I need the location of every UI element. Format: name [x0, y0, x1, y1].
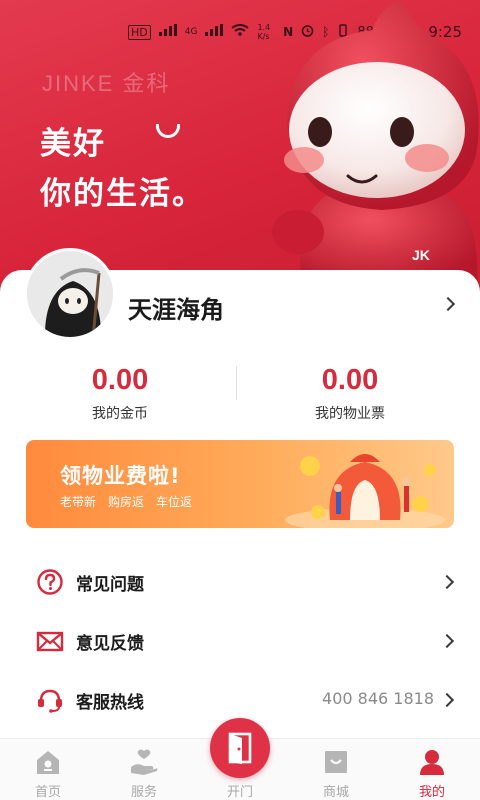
- signal-icon-2: [205, 24, 224, 40]
- promo-title: 领物业费啦!: [60, 464, 181, 488]
- smile-mark: [156, 124, 180, 138]
- menu-label: 常见问题: [76, 575, 144, 595]
- nav-item-service[interactable]: 服务: [96, 739, 192, 800]
- promo-tag: 老带新: [60, 495, 97, 509]
- nav-label: 首页: [34, 785, 61, 800]
- money-bag-illustration: [285, 454, 445, 528]
- menu-label: 客服热线: [76, 693, 144, 713]
- coins-value: 0.00: [91, 364, 149, 396]
- stat-property-tickets[interactable]: 0.00 我的物业票: [230, 364, 470, 423]
- menu-item-faq[interactable]: 常见问题: [0, 556, 480, 608]
- nav-label: 服务: [130, 785, 157, 800]
- coins-label: 我的金币: [92, 406, 148, 422]
- mascot-badge: JK: [412, 247, 430, 263]
- slogan-line-2: 你的生活。: [40, 176, 205, 212]
- mascot-illustration: JK: [272, 0, 479, 290]
- home-icon: [37, 751, 59, 774]
- hotline-number: 400 846 1818: [322, 689, 434, 708]
- signal-icon: [158, 24, 177, 40]
- question-icon: [37, 569, 63, 595]
- menu-label: 意见反馈: [76, 634, 144, 654]
- username[interactable]: 天涯海角: [128, 290, 224, 325]
- door-icon: [228, 732, 252, 764]
- chevron-right-icon: [439, 692, 455, 708]
- chevron-right-icon: [439, 574, 455, 590]
- wifi-icon: [231, 24, 250, 40]
- nav-label: 我的: [418, 785, 445, 800]
- chevron-right-icon: [439, 633, 455, 649]
- shop-bag-icon: [325, 751, 347, 773]
- nav-item-home[interactable]: 首页: [0, 739, 96, 800]
- promo-banner[interactable]: 领物业费啦! 老带新 购房返 车位返: [26, 440, 454, 528]
- promo-tag: 车位返: [156, 495, 193, 509]
- hd-badge: HD: [128, 24, 151, 40]
- promo-tags: 老带新 购房返 车位返: [60, 493, 192, 510]
- nav-label: 开门: [226, 785, 253, 800]
- nav-item-shop[interactable]: 商城: [288, 739, 384, 800]
- nav-label: 商城: [322, 785, 349, 800]
- slogan-line-1: 美好: [40, 126, 106, 162]
- mail-icon: [36, 631, 64, 652]
- menu-item-feedback[interactable]: 意见反馈: [0, 615, 480, 667]
- nav-item-mine[interactable]: 我的: [384, 739, 480, 800]
- headset-icon: [38, 689, 62, 713]
- tickets-value: 0.00: [321, 364, 379, 396]
- tickets-label: 我的物业票: [315, 406, 385, 422]
- open-door-button[interactable]: [210, 718, 270, 778]
- status-left: HD 4G 1.4 K/s: [128, 23, 270, 41]
- promo-tag: 购房返: [108, 495, 145, 509]
- network-type: 4G: [184, 27, 198, 37]
- brand-logo: JINKE 金科: [42, 71, 171, 96]
- stat-coins[interactable]: 0.00 我的金币: [0, 364, 240, 423]
- service-hand-icon: [131, 749, 158, 775]
- avatar[interactable]: [24, 248, 116, 340]
- user-icon: [420, 750, 444, 775]
